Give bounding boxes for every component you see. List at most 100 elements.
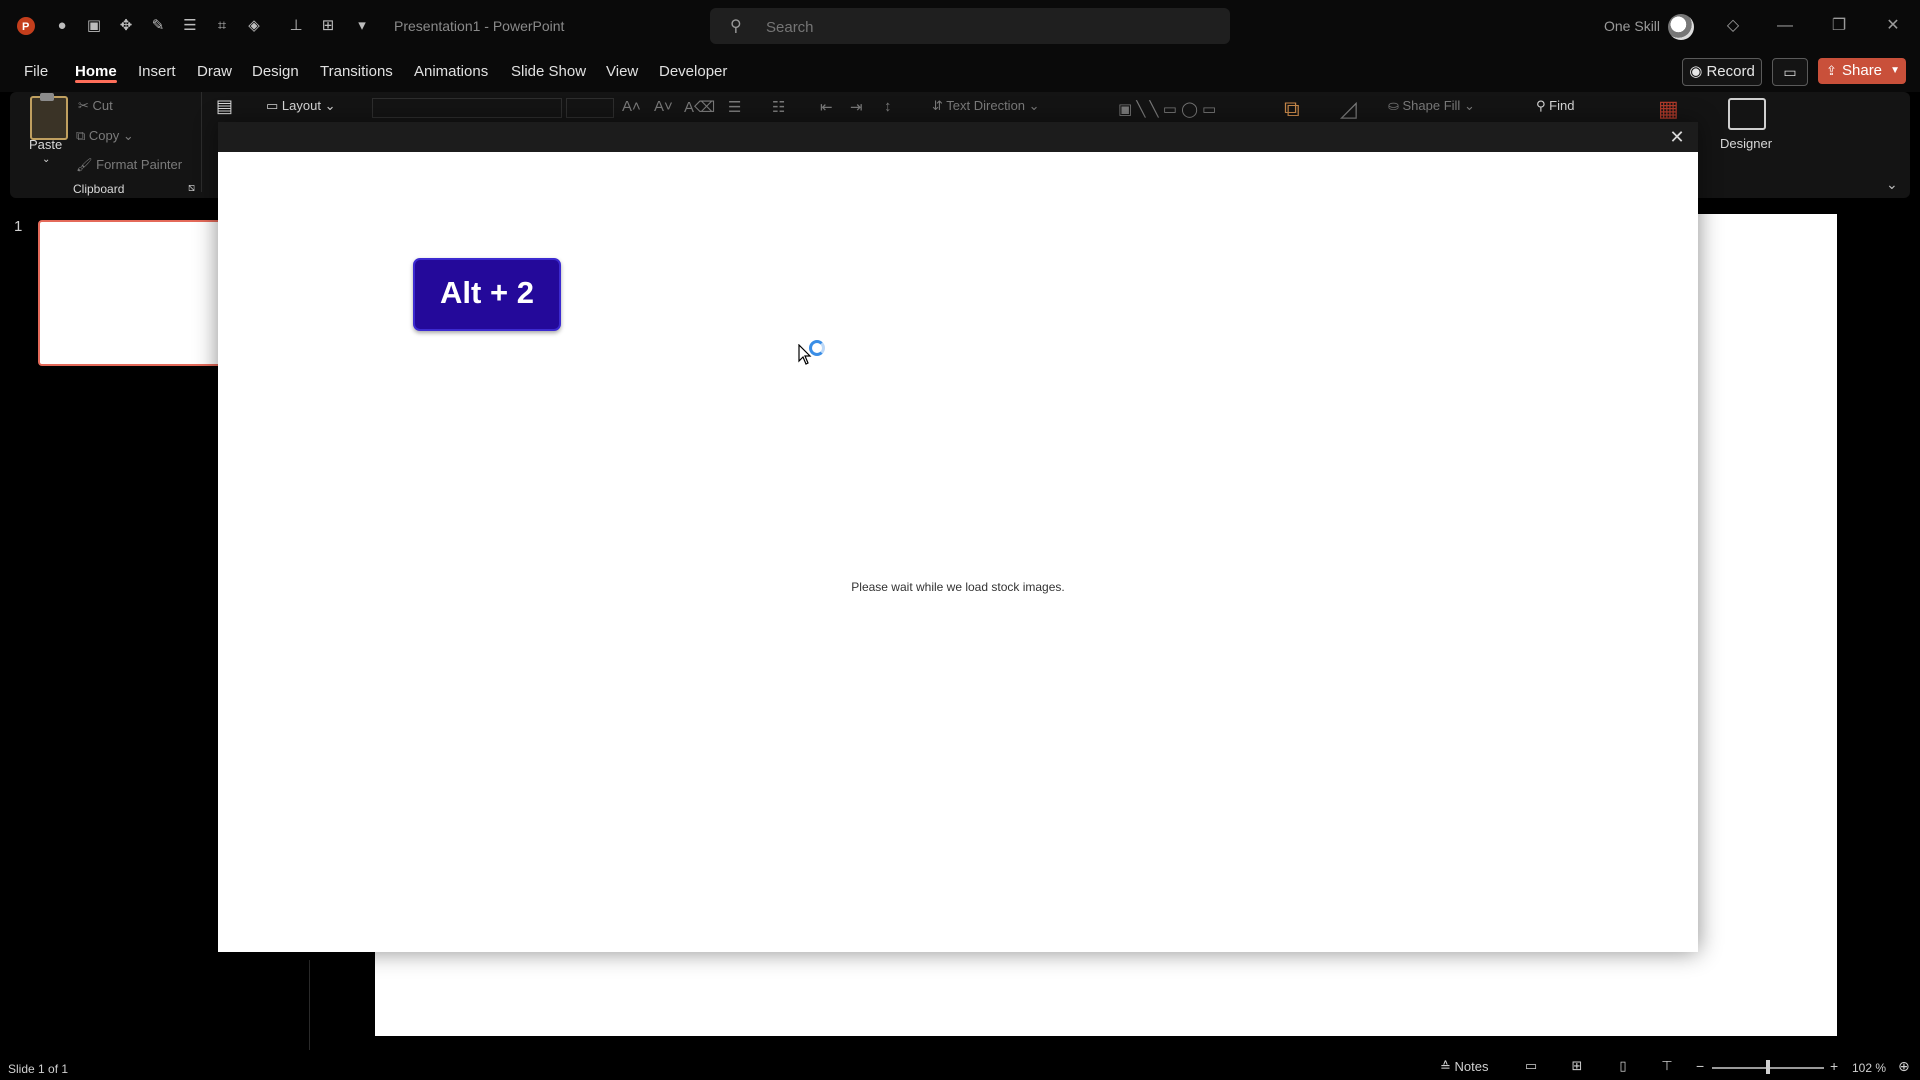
fill-bucket-icon: ⛀ xyxy=(1388,98,1403,113)
pane-divider xyxy=(309,960,310,1050)
zoom-out-icon[interactable]: − xyxy=(1696,1058,1704,1074)
document-title: Presentation1 - PowerPoint xyxy=(394,18,565,34)
tab-file[interactable]: File xyxy=(24,63,48,80)
search-box[interactable]: ⚲ xyxy=(710,8,1230,44)
user-name[interactable]: One Skill xyxy=(1604,18,1660,34)
search-icon: ⚲ xyxy=(730,18,742,35)
tab-draw[interactable]: Draw xyxy=(197,63,232,80)
tab-developer[interactable]: Developer xyxy=(659,63,727,80)
slide-indicator: Slide 1 of 1 xyxy=(8,1062,69,1076)
find-button[interactable]: ⚲ Find xyxy=(1536,98,1574,114)
share-icon: ⇪ xyxy=(1826,63,1837,78)
comment-icon: ▭ xyxy=(1783,64,1797,80)
paste-button-label[interactable]: Paste xyxy=(29,137,62,152)
record-icon: ◉ xyxy=(1689,63,1703,80)
arrange-icon[interactable]: ⧉ xyxy=(1284,96,1300,122)
layout-icon: ▭ xyxy=(266,98,282,113)
fill-icon[interactable]: ◈ xyxy=(244,16,264,36)
dialog-header: ✕ xyxy=(218,122,1698,152)
zoom-slider-handle[interactable] xyxy=(1766,1060,1770,1074)
shape-fill-button[interactable]: ⛀ Shape Fill ⌄ xyxy=(1388,98,1475,114)
fit-to-window-icon[interactable]: ⊕ xyxy=(1898,1058,1910,1075)
loading-message: Please wait while we load stock images. xyxy=(851,580,1065,594)
premium-diamond-icon[interactable]: ◇ xyxy=(1718,14,1748,38)
designer-ideas-icon[interactable]: ▦ xyxy=(1658,96,1679,122)
notes-button[interactable]: ≙ Notes xyxy=(1440,1059,1488,1075)
find-icon: ⚲ xyxy=(1536,98,1550,113)
copy-icon: ⧉ xyxy=(76,128,89,143)
comments-button[interactable]: ▭ xyxy=(1772,58,1808,86)
slide-number: 1 xyxy=(14,218,23,235)
align-icon[interactable]: ⊥ xyxy=(286,16,306,36)
paste-icon[interactable] xyxy=(30,93,68,140)
copy-button[interactable]: ⧉ Copy ⌄ xyxy=(76,128,134,144)
share-label: Share xyxy=(1842,62,1883,79)
arrange-icon[interactable]: ⊞ xyxy=(318,16,338,36)
font-size-select[interactable] xyxy=(566,98,614,118)
avatar[interactable] xyxy=(1668,14,1694,40)
zoom-in-icon[interactable]: + xyxy=(1830,1058,1838,1074)
slide-thumbnail[interactable] xyxy=(38,220,222,366)
quick-styles-icon[interactable]: ◿ xyxy=(1340,96,1357,122)
paste-dropdown-icon[interactable]: ⌄ xyxy=(42,154,50,165)
tab-design[interactable]: Design xyxy=(252,63,299,80)
bullets-icon[interactable]: ☰ xyxy=(728,98,741,116)
decrease-indent-icon[interactable]: ⇤ xyxy=(820,98,833,116)
chevron-down-icon[interactable]: ▼ xyxy=(1890,58,1900,84)
tab-insert[interactable]: Insert xyxy=(138,63,176,80)
shrink-font-icon[interactable]: A˅ xyxy=(654,98,673,115)
tab-view[interactable]: View xyxy=(606,63,638,80)
line-spacing-icon[interactable]: ↕ xyxy=(884,98,892,115)
text-direction-icon: ⇵ xyxy=(932,98,947,113)
new-slide-icon[interactable]: ▤ xyxy=(216,96,233,117)
active-tab-indicator xyxy=(75,80,117,83)
slide-sorter-icon[interactable]: ⊞ xyxy=(1568,1058,1586,1074)
svg-text:P: P xyxy=(22,21,29,33)
autosave-icon[interactable]: ● xyxy=(52,16,72,36)
brush-icon: 🖌 xyxy=(76,157,97,172)
shape-icon[interactable]: ✥ xyxy=(116,16,136,36)
numbering-icon[interactable]: ☷ xyxy=(772,98,785,116)
stock-images-dialog: ✕ Please wait while we load stock images… xyxy=(218,122,1698,952)
zoom-level[interactable]: 102 % xyxy=(1852,1061,1886,1075)
picture-icon[interactable]: ▣ xyxy=(84,16,104,36)
crop-icon[interactable]: ⌗ xyxy=(212,16,232,36)
minimize-icon[interactable]: — xyxy=(1770,14,1800,38)
cut-button[interactable]: ✂ Cut xyxy=(78,98,113,114)
loading-spinner-icon xyxy=(809,340,825,356)
designer-icon[interactable] xyxy=(1728,98,1766,130)
tab-slide-show[interactable]: Slide Show xyxy=(511,63,586,80)
clear-formatting-icon[interactable]: A⌫ xyxy=(684,98,715,116)
font-family-select[interactable] xyxy=(372,98,562,118)
status-bar: Slide 1 of 1 ≙ Notes ▭ ⊞ ▯ ⊤ − + 102 % ⊕ xyxy=(0,1054,1920,1080)
layout-button[interactable]: ▭ Layout ⌄ xyxy=(266,98,335,114)
tab-home[interactable]: Home xyxy=(75,63,117,80)
customize-qat-icon[interactable]: ▾ xyxy=(352,16,372,36)
ribbon-divider xyxy=(201,92,202,192)
close-icon[interactable]: ✕ xyxy=(1664,124,1690,150)
scissors-icon: ✂ xyxy=(78,98,93,113)
text-direction-button[interactable]: ⇵ Text Direction ⌄ xyxy=(932,98,1040,114)
menu-bar: File Home Insert Draw Design Transitions… xyxy=(0,52,1920,92)
designer-button-label[interactable]: Designer xyxy=(1720,136,1772,151)
share-button[interactable]: ⇪ Share ▼ xyxy=(1818,58,1906,84)
title-bar: P ● ▣ ✥ ✎ ☰ ⌗ ◈ ⊥ ⊞ ▾ Presentation1 - Po… xyxy=(0,0,1920,52)
grow-font-icon[interactable]: A˄ xyxy=(622,98,641,115)
reading-view-icon[interactable]: ▯ xyxy=(1614,1058,1632,1074)
tab-transitions[interactable]: Transitions xyxy=(320,63,393,80)
keystroke-overlay: Alt + 2 xyxy=(413,258,561,331)
tab-animations[interactable]: Animations xyxy=(414,63,488,80)
record-button[interactable]: ◉ Record xyxy=(1682,58,1762,86)
pen-icon[interactable]: ✎ xyxy=(148,16,168,36)
list-icon[interactable]: ☰ xyxy=(180,16,200,36)
slideshow-view-icon[interactable]: ⊤ xyxy=(1658,1058,1676,1074)
restore-icon[interactable]: ❐ xyxy=(1824,14,1854,38)
clipboard-launcher-icon[interactable]: ⧅ xyxy=(188,182,195,195)
format-painter-button[interactable]: 🖌 Format Painter xyxy=(76,157,182,173)
increase-indent-icon[interactable]: ⇥ xyxy=(850,98,863,116)
collapse-ribbon-icon[interactable]: ⌄ xyxy=(1886,176,1898,193)
normal-view-icon[interactable]: ▭ xyxy=(1522,1058,1540,1074)
shapes-gallery-icon[interactable]: ▣ ╲ ╲ ▭ ◯ ▭ xyxy=(1118,100,1216,118)
search-input[interactable] xyxy=(764,14,1208,40)
close-window-icon[interactable]: ✕ xyxy=(1878,14,1908,38)
